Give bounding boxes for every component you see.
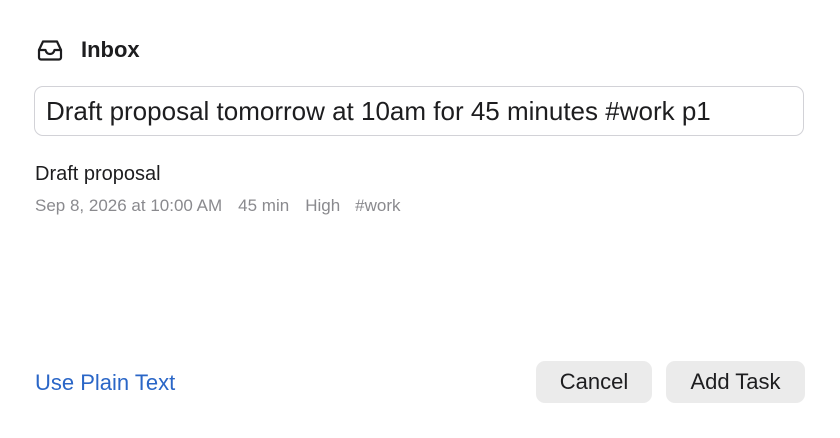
inbox-tray-icon (36, 38, 66, 62)
task-input[interactable] (35, 87, 803, 135)
cancel-button[interactable]: Cancel (536, 361, 652, 403)
add-task-button[interactable]: Add Task (666, 361, 805, 403)
page-title: Inbox (81, 37, 140, 62)
use-plain-text-link[interactable]: Use Plain Text (35, 370, 175, 396)
preview-date: Sep 8, 2026 at 10:00 AM (35, 196, 223, 215)
task-input-container (34, 86, 804, 136)
inbox-header: Inbox (36, 36, 140, 64)
preview-task-meta: Sep 8, 2026 at 10:00 AM 45 min High #wor… (35, 196, 401, 216)
preview-task-title: Draft proposal (35, 163, 161, 185)
preview-tag: #work (355, 196, 401, 215)
preview-priority: High (305, 196, 341, 215)
preview-duration: 45 min (238, 196, 290, 215)
